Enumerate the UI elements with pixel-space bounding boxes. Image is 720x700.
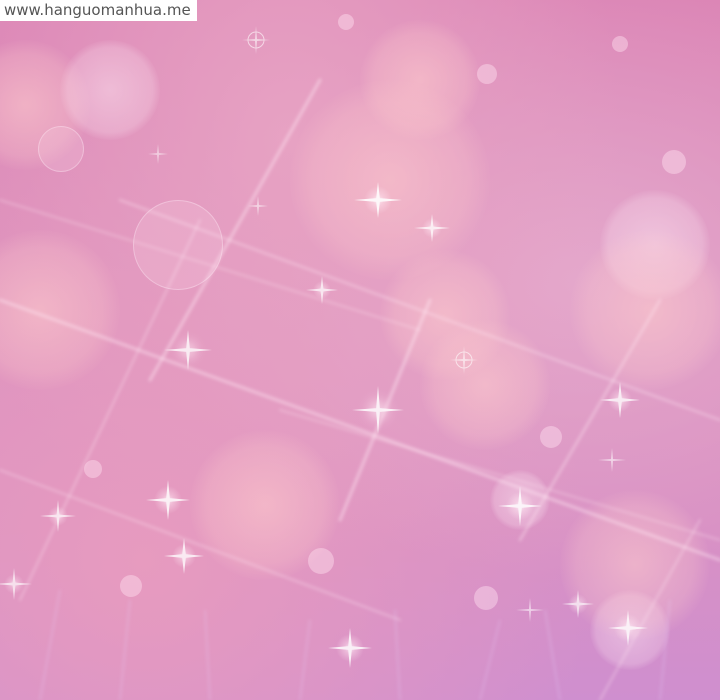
watermark-label: www.hanguomanhua.me	[0, 0, 197, 21]
sparkle-bokeh-background: www.hanguomanhua.me	[0, 0, 720, 700]
light-streaks	[0, 26, 720, 700]
